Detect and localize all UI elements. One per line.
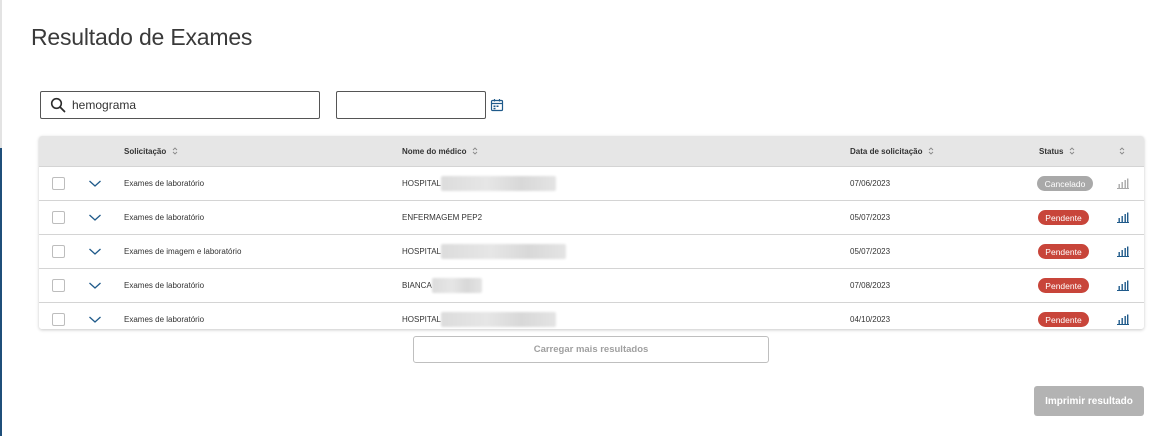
- status-badge: Cancelado: [1037, 176, 1093, 191]
- calendar-icon[interactable]: [490, 98, 504, 112]
- row-checkbox[interactable]: [52, 313, 65, 326]
- redacted-text: [440, 176, 556, 191]
- header-data-label: Data de solicitação: [850, 146, 923, 156]
- search-input[interactable]: [72, 98, 312, 112]
- chevron-down-icon[interactable]: [88, 281, 102, 290]
- chevron-down-icon[interactable]: [88, 213, 102, 222]
- cell-medico: BIANCA: [402, 269, 482, 302]
- table-header: Solicitação Nome do médico Data de solic…: [39, 136, 1144, 166]
- status-badge: Pendente: [1038, 278, 1089, 293]
- cell-solicitacao: Exames de laboratório: [124, 179, 205, 188]
- chevron-down-icon[interactable]: [88, 179, 102, 188]
- status-badge: Pendente: [1038, 244, 1089, 259]
- status-badge: Pendente: [1038, 312, 1089, 327]
- chevron-down-icon[interactable]: [88, 247, 102, 256]
- header-medico-label: Nome do médico: [402, 146, 467, 156]
- redacted-text: [440, 312, 556, 327]
- header-data[interactable]: Data de solicitação: [850, 136, 934, 166]
- cell-data: 07/06/2023: [850, 179, 891, 188]
- page-title: Resultado de Exames: [31, 24, 253, 50]
- bar-chart-icon: [1116, 177, 1130, 189]
- cell-data: 05/07/2023: [850, 247, 891, 256]
- row-checkbox[interactable]: [52, 211, 65, 224]
- sort-icon[interactable]: [928, 146, 934, 156]
- bar-chart-icon[interactable]: [1116, 245, 1130, 257]
- sort-icon[interactable]: [1119, 146, 1125, 156]
- table-row[interactable]: Exames de imagem e laboratório HOSPITAL …: [39, 234, 1144, 268]
- cell-medico: HOSPITAL: [402, 167, 556, 200]
- chevron-down-icon[interactable]: [88, 315, 102, 324]
- redacted-text: [431, 278, 482, 293]
- status-badge: Pendente: [1038, 210, 1089, 225]
- header-chart-sort[interactable]: [1119, 136, 1125, 166]
- date-field[interactable]: [336, 91, 486, 119]
- redacted-text: [440, 244, 566, 259]
- bar-chart-icon[interactable]: [1116, 211, 1130, 223]
- table-row[interactable]: Exames de laboratório HOSPITAL 04/10/202…: [39, 302, 1144, 329]
- medico-name: ENFERMAGEM PEP2: [402, 213, 483, 222]
- cell-medico: HOSPITAL: [402, 303, 556, 329]
- print-result-button[interactable]: Imprimir resultado: [1034, 386, 1144, 416]
- sort-icon[interactable]: [472, 146, 478, 156]
- search-icon: [50, 97, 66, 113]
- sort-icon[interactable]: [172, 146, 178, 156]
- header-solicitacao-label: Solicitação: [124, 146, 167, 156]
- cell-solicitacao: Exames de laboratório: [124, 213, 205, 222]
- header-solicitacao[interactable]: Solicitação: [124, 136, 178, 166]
- header-status[interactable]: Status: [1039, 136, 1075, 166]
- cell-medico: HOSPITAL: [402, 235, 566, 268]
- cell-data: 05/07/2023: [850, 213, 891, 222]
- date-input[interactable]: [341, 93, 485, 119]
- bar-chart-icon[interactable]: [1116, 313, 1130, 325]
- medico-name: HOSPITAL: [402, 179, 441, 188]
- row-checkbox[interactable]: [52, 279, 65, 292]
- table-row[interactable]: Exames de laboratório BIANCA 07/08/2023 …: [39, 268, 1144, 302]
- medico-name: HOSPITAL: [402, 315, 441, 324]
- cell-data: 07/08/2023: [850, 281, 891, 290]
- sort-icon[interactable]: [1069, 146, 1075, 156]
- bar-chart-icon[interactable]: [1116, 279, 1130, 291]
- cell-solicitacao: Exames de laboratório: [124, 315, 205, 324]
- header-status-label: Status: [1039, 146, 1064, 156]
- search-field[interactable]: [40, 91, 320, 119]
- table-row[interactable]: Exames de laboratório HOSPITAL 07/06/202…: [39, 166, 1144, 200]
- left-accent-bar: [0, 148, 2, 436]
- cell-data: 04/10/2023: [850, 315, 891, 324]
- cell-solicitacao: Exames de laboratório: [124, 281, 205, 290]
- load-more-button[interactable]: Carregar mais resultados: [413, 336, 769, 363]
- row-checkbox[interactable]: [52, 177, 65, 190]
- medico-name: HOSPITAL: [402, 247, 441, 256]
- medico-name: BIANCA: [402, 281, 432, 290]
- row-checkbox[interactable]: [52, 245, 65, 258]
- header-medico[interactable]: Nome do médico: [402, 136, 478, 166]
- results-table: Solicitação Nome do médico Data de solic…: [39, 136, 1144, 329]
- table-row[interactable]: Exames de laboratório ENFERMAGEM PEP2 05…: [39, 200, 1144, 234]
- cell-medico: ENFERMAGEM PEP2: [402, 201, 482, 234]
- cell-solicitacao: Exames de imagem e laboratório: [124, 247, 242, 256]
